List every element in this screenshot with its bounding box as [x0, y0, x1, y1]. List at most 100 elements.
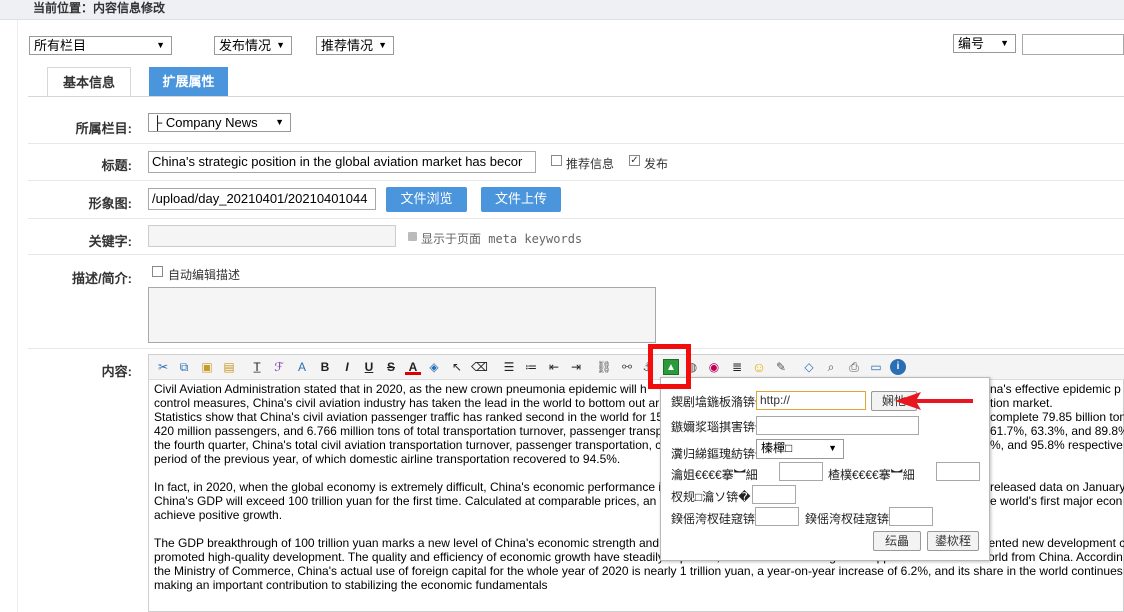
dialog-ok-button[interactable]: 纭畾 [873, 531, 921, 551]
keywords-hint: 显示于页面 meta keywords [421, 232, 583, 246]
underline-icon[interactable]: U [361, 359, 377, 375]
recommend-label: 推荐信息 [566, 157, 615, 171]
content-line-continuation: tion market. [990, 396, 1053, 410]
print-icon[interactable]: ⎙ [846, 359, 862, 375]
image-align-label: 瀵归綈鏂瑰紡锛� [671, 447, 768, 461]
content-line-continuation: complete 79.85 billion ton [990, 410, 1124, 424]
source-code-icon[interactable]: ◇ [801, 359, 817, 375]
image-label: 形象图: [88, 196, 132, 211]
italic-icon[interactable]: I [339, 359, 355, 375]
background-color-icon[interactable]: ◈ [426, 359, 442, 375]
edit-icon[interactable]: ✎ [773, 359, 789, 375]
indent-icon[interactable]: ⇥ [568, 359, 584, 375]
text-size-icon[interactable]: T̲ [249, 359, 265, 375]
unlink-icon[interactable]: ⚯ [619, 359, 635, 375]
keywords-label: 关键字: [88, 234, 132, 249]
content-line-continuation [990, 466, 1124, 480]
image-alt-label: 鏃嬭浆瑙掑害锛� [671, 420, 768, 434]
chevron-down-icon: ▼ [275, 117, 284, 127]
arrow-annotation-icon [895, 392, 973, 410]
image-width-label: 瀹姐€€€€搴︼細 [671, 468, 758, 482]
eraser-icon[interactable]: ⌫ [471, 359, 488, 375]
select-pointer-icon[interactable]: ↖ [449, 359, 465, 375]
row-divider [28, 348, 1124, 349]
horizontal-rule-icon[interactable]: ≣ [729, 359, 745, 375]
highlight-box [648, 344, 691, 389]
content-line-continuation: e world's first major econ [990, 494, 1123, 508]
list-icon[interactable]: ≔ [523, 359, 539, 375]
image-border-label: 杈规□瀹ソ锛� [671, 490, 751, 504]
column-label: 所属栏目: [75, 121, 132, 136]
font-size-icon[interactable]: A [294, 359, 310, 375]
image-vspace-input[interactable] [889, 507, 933, 526]
search-input[interactable] [1022, 34, 1124, 55]
image-vspace-label: 鍨傜洿杈硅窛锛� [805, 512, 902, 526]
tab-basic-info[interactable]: 基本信息 [47, 67, 131, 97]
emoticon-icon[interactable]: ☺ [751, 359, 767, 375]
image-hspace-input[interactable] [755, 507, 799, 526]
upload-file-button[interactable]: 文件上传 [481, 187, 561, 212]
image-hspace-label: 鍨傜洿杈硅窛锛� [671, 512, 768, 526]
content-line-continuation: na's effective epidemic p [990, 382, 1121, 396]
text-color-icon[interactable]: A [405, 359, 421, 375]
fullscreen-icon[interactable]: ▭ [868, 359, 884, 375]
row-divider [28, 180, 1124, 181]
media-icon[interactable]: ◉ [706, 359, 722, 375]
chevron-down-icon: ▼ [378, 40, 387, 50]
content-label: 内容: [101, 364, 132, 379]
recommend-checkbox[interactable] [551, 155, 562, 166]
content-line-continuation: released data on January [990, 480, 1124, 494]
title-input[interactable]: China's strategic position in the global… [148, 151, 536, 173]
content-line-continuation: 61.7%, 63.3%, and 89.8% [990, 424, 1124, 438]
image-alt-input[interactable] [756, 416, 919, 435]
info-icon [408, 232, 417, 241]
bold-icon[interactable]: B [317, 359, 333, 375]
title-label: 标题: [101, 158, 132, 173]
link-icon[interactable]: ⛓ [596, 359, 612, 375]
paste-text-icon[interactable]: ▤ [221, 359, 237, 375]
image-height-label: 楂樸€€€€搴︼細 [828, 468, 915, 482]
publish-checkbox[interactable]: ✓ [629, 155, 640, 166]
about-icon[interactable]: i [890, 359, 906, 375]
chevron-down-icon: ▼ [156, 40, 165, 50]
content-line-continuation [990, 452, 1124, 466]
image-align-select[interactable]: 榛樿□ ▼ [756, 439, 844, 459]
chevron-down-icon: ▼ [1000, 38, 1009, 48]
description-label: 描述/简介: [72, 271, 132, 286]
description-textarea[interactable] [148, 287, 656, 343]
column-filter-select[interactable]: 所有栏目 ▼ [29, 36, 172, 55]
auto-description-label: 自动编辑描述 [168, 268, 241, 282]
content-line: making an important contribution to stab… [154, 578, 548, 592]
editor-content-right: na's effective epidemic p tion market. com… [990, 382, 1124, 508]
row-divider [28, 254, 1124, 255]
dialog-cancel-button[interactable]: 鍙栨秷 [927, 531, 979, 551]
column-select[interactable]: ├ Company News ▼ [148, 113, 291, 132]
align-icon[interactable]: ☰ [501, 359, 517, 375]
outdent-icon[interactable]: ⇤ [546, 359, 562, 375]
cut-icon[interactable]: ✂ [155, 359, 171, 375]
keywords-input[interactable] [148, 225, 396, 247]
image-width-input[interactable] [779, 462, 823, 481]
recommend-filter-select[interactable]: 推荐情况 ▼ [316, 36, 394, 55]
browse-file-button[interactable]: 文件浏览 [386, 187, 467, 212]
paste-icon[interactable]: ▣ [199, 359, 215, 375]
top-bar [0, 0, 1124, 20]
search-field-select[interactable]: 编号 ▼ [953, 34, 1016, 53]
font-icon[interactable]: ℱ [271, 359, 287, 375]
publish-filter-select[interactable]: 发布情况 ▼ [214, 36, 292, 55]
chevron-down-icon: ▼ [276, 40, 285, 50]
image-path-input[interactable]: /upload/day_20210401/20210401044 [148, 188, 376, 210]
strikethrough-icon[interactable]: S [383, 359, 399, 375]
image-url-label: 鍥剧墖鍦板潃锛� [671, 395, 768, 409]
tab-extended-attributes[interactable]: 扩展属性 [149, 67, 228, 97]
content-line-continuation: %, and 95.8% respective [990, 438, 1123, 452]
preview-icon[interactable]: ⌕ [823, 359, 839, 375]
copy-icon[interactable]: ⧉ [176, 359, 192, 375]
tab-divider [28, 96, 1124, 97]
auto-description-checkbox[interactable] [152, 266, 163, 277]
image-border-input[interactable] [752, 485, 796, 504]
image-height-input[interactable] [936, 462, 980, 481]
row-divider [28, 218, 1124, 219]
image-url-input[interactable]: http:// [756, 391, 866, 410]
content-line: the Ministry of Commerce, China's actual… [154, 564, 1123, 578]
